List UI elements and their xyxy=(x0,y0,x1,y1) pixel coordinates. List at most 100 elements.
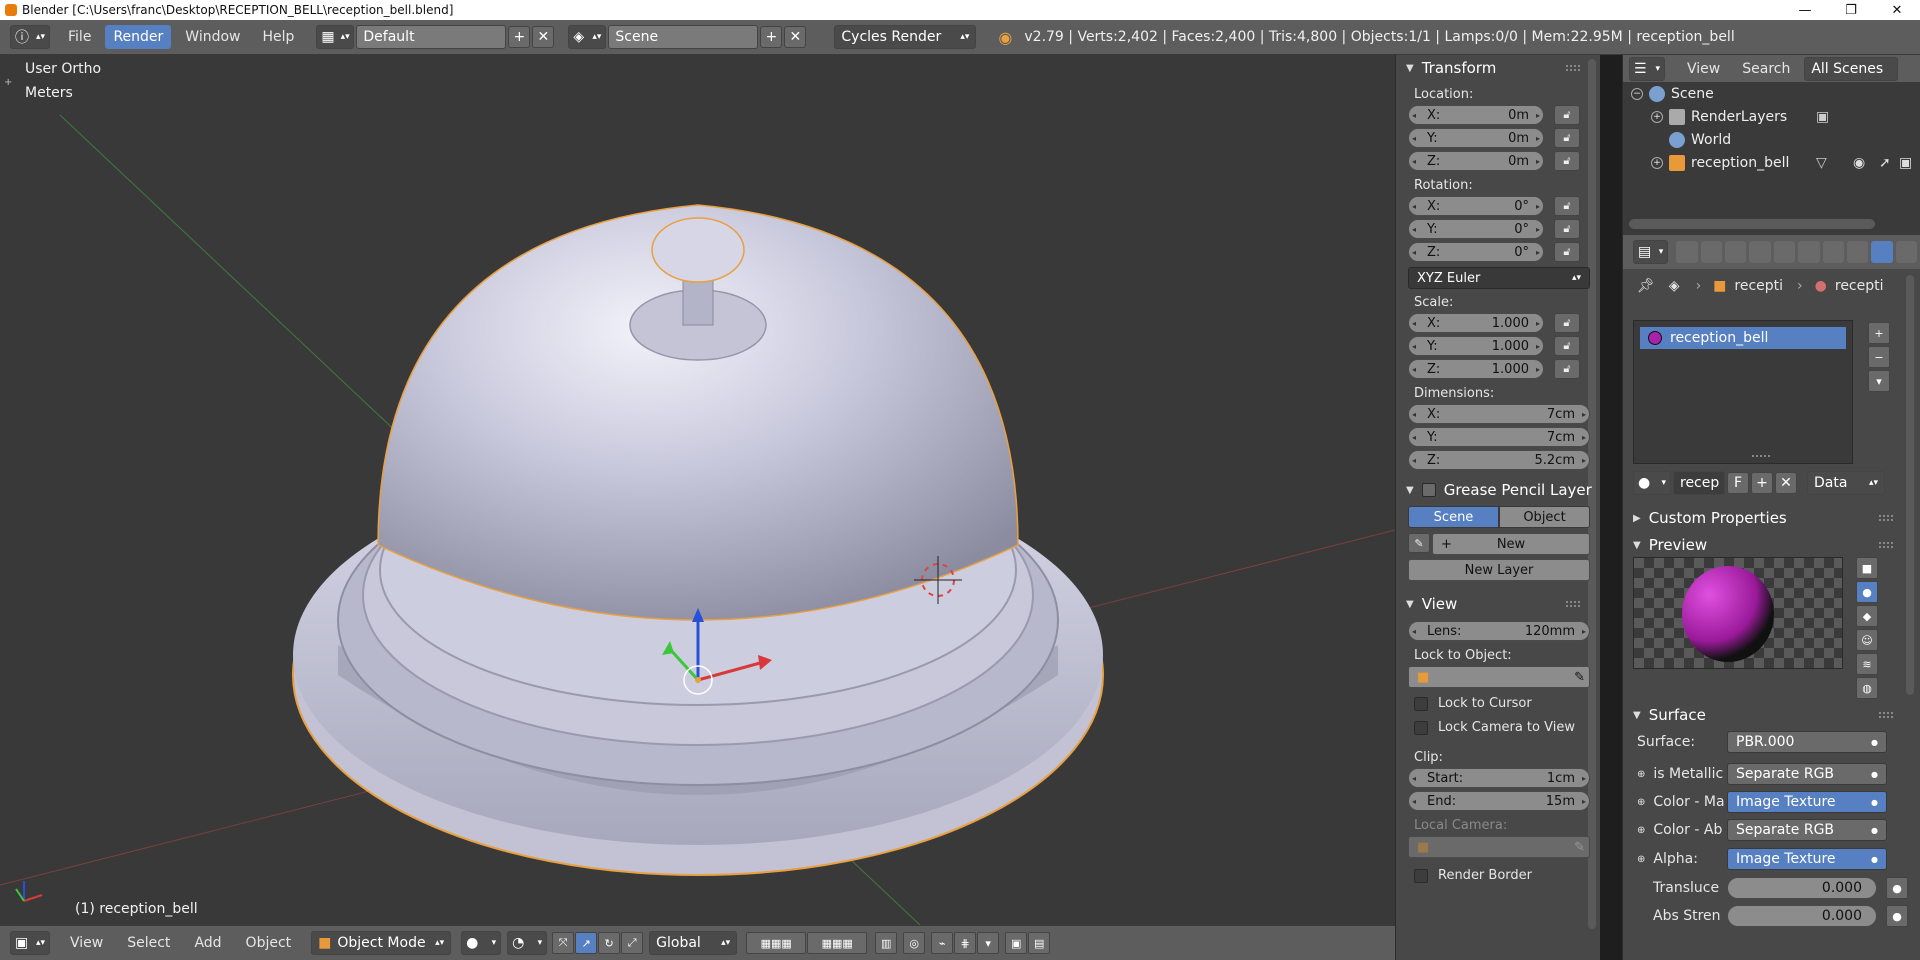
close-button[interactable]: ✕ xyxy=(1874,0,1920,20)
eyedropper-icon[interactable]: ✎ xyxy=(1574,840,1589,855)
rotate-manipulator-icon[interactable]: ↻ xyxy=(598,932,621,954)
panel-grip-icon[interactable] xyxy=(1879,712,1893,718)
surface-panel-header[interactable]: ▼ Surface xyxy=(1623,702,1913,728)
dimension-x-field[interactable]: ◂ X: 7cm ▸ xyxy=(1408,404,1590,424)
scene-icon-button[interactable]: ◈ ▴▾ xyxy=(568,25,607,49)
local-camera-field[interactable]: ■ ✎ xyxy=(1408,836,1590,858)
scale-z-field[interactable]: ◂ Z: 1.000 ▸ xyxy=(1408,359,1544,379)
grease-new-button[interactable]: + New xyxy=(1432,533,1590,555)
scene-tab-icon[interactable] xyxy=(1725,241,1747,263)
lock-location-z-icon[interactable]: 🔓︎ xyxy=(1554,151,1580,171)
grease-pencil-enable-checkbox[interactable] xyxy=(1421,483,1436,497)
color-ma-node-button[interactable]: Image Texture ● xyxy=(1727,791,1887,813)
object-tab-icon[interactable] xyxy=(1773,241,1796,263)
translate-manipulator-icon[interactable]: ↗ xyxy=(575,932,598,954)
lock-scale-x-icon[interactable]: 🔓︎ xyxy=(1554,313,1580,333)
snap-toggle-icon[interactable]: ⌁ xyxy=(931,932,954,954)
material-slot-list[interactable]: reception_bell xyxy=(1633,320,1853,464)
add-layout-button[interactable]: + xyxy=(508,26,531,48)
menu-window[interactable]: Window xyxy=(177,25,248,49)
outliner-menu-view[interactable]: View xyxy=(1679,57,1728,81)
screen-layout-icon-button[interactable]: ▦ ▴▾ xyxy=(316,25,355,49)
unlink-material-button[interactable]: ✕ xyxy=(1775,472,1797,494)
translucency-slider[interactable]: 0.000 xyxy=(1727,877,1877,899)
menu-file[interactable]: File xyxy=(60,25,99,49)
editor-type-menu[interactable]: ⓘ ▴▾ xyxy=(10,25,50,49)
world-tab-icon[interactable] xyxy=(1749,241,1771,263)
menu-object[interactable]: Object xyxy=(238,931,300,955)
texture-tab-icon[interactable] xyxy=(1895,241,1918,263)
abs-strength-slider[interactable]: 0.000 xyxy=(1727,905,1877,927)
lock-rotation-x-icon[interactable]: 🔓︎ xyxy=(1554,196,1580,216)
layers-grid-icon[interactable]: ▦▦▦ xyxy=(746,932,807,954)
menu-select[interactable]: Select xyxy=(119,931,178,955)
modifiers-tab-icon[interactable] xyxy=(1822,241,1844,263)
transform-panel-header[interactable]: ▼ Transform xyxy=(1396,55,1600,81)
clip-end-field[interactable]: ◂ End: 15m ▸ xyxy=(1408,791,1590,811)
surface-node-button[interactable]: PBR.000 ● xyxy=(1727,731,1887,753)
preview-cube-icon[interactable]: ◆ xyxy=(1856,605,1878,627)
snap-target-icon[interactable]: ▾ xyxy=(977,932,1000,954)
lens-field[interactable]: ◂ Lens: 120mm ▸ xyxy=(1408,621,1590,641)
add-scene-button[interactable]: + xyxy=(760,26,783,48)
material-slot-item[interactable]: reception_bell xyxy=(1640,327,1846,349)
menu-help[interactable]: Help xyxy=(254,25,302,49)
orientation-dropdown[interactable]: Global ▴▾ xyxy=(649,931,738,955)
mode-dropdown[interactable]: ■ Object Mode ▴▾ xyxy=(311,931,452,955)
lock-rotation-y-icon[interactable]: 🔓︎ xyxy=(1554,219,1580,239)
grease-scene-tab[interactable]: Scene xyxy=(1408,506,1499,528)
pivot-dropdown[interactable]: ◔ ▾ xyxy=(507,931,548,955)
render-tab-icon[interactable] xyxy=(1676,241,1698,263)
selectable-arrow-icon[interactable]: ➚ xyxy=(1879,155,1891,171)
lock-scale-y-icon[interactable]: 🔓︎ xyxy=(1554,336,1580,356)
lock-camera-checkbox[interactable]: Lock Camera to View xyxy=(1414,720,1575,735)
outliner-item-reception-bell[interactable]: + reception_bell ▽ ◉ ➚ ▣ xyxy=(1623,151,1920,174)
scale-x-field[interactable]: ◂ X: 1.000 ▸ xyxy=(1408,313,1544,333)
location-z-field[interactable]: ◂ Z: 0m ▸ xyxy=(1408,151,1544,171)
rotation-x-field[interactable]: ◂ X: 0° ▸ xyxy=(1408,196,1544,216)
outliner-filter-dropdown[interactable]: All Scenes xyxy=(1804,56,1899,81)
location-x-field[interactable]: ◂ X: 0m ▸ xyxy=(1408,105,1544,125)
remove-material-slot-button[interactable]: − xyxy=(1868,346,1890,368)
outliner-item-renderlayers[interactable]: + RenderLayers ▣ xyxy=(1623,105,1920,128)
snap-element-icon[interactable]: ⋕ xyxy=(954,932,977,954)
properties-editor-type-button[interactable]: ▤ ▾ xyxy=(1633,240,1669,264)
scene-field[interactable]: Scene xyxy=(608,25,759,49)
preview-sphere-icon[interactable]: ● xyxy=(1856,581,1878,603)
outliner-item-world[interactable]: World xyxy=(1623,128,1920,151)
menu-render[interactable]: Render xyxy=(105,25,172,49)
scale-manipulator-icon[interactable]: ⤢ xyxy=(621,932,644,954)
minimize-button[interactable]: — xyxy=(1782,0,1828,20)
preview-plane-icon[interactable]: ■ xyxy=(1856,557,1878,579)
rotation-mode-dropdown[interactable]: XYZ Euler ▴▾ xyxy=(1408,267,1590,289)
color-ab-node-button[interactable]: Separate RGB ● xyxy=(1727,819,1887,841)
layers-grid-2-icon[interactable]: ▦▦▦ xyxy=(807,932,868,954)
clip-start-field[interactable]: ◂ Start: 1cm ▸ xyxy=(1408,768,1590,788)
metallic-node-button[interactable]: Separate RGB ● xyxy=(1727,763,1887,785)
menu-view[interactable]: View xyxy=(62,931,111,955)
translucency-link-button[interactable]: ● xyxy=(1886,877,1908,899)
custom-properties-header[interactable]: ▶ Custom Properties xyxy=(1623,505,1913,531)
abs-strength-link-button[interactable]: ● xyxy=(1886,905,1908,927)
maximize-button[interactable]: ❐ xyxy=(1828,0,1874,20)
outliner-editor-type-button[interactable]: ☰ ▾ xyxy=(1629,56,1665,81)
outliner-item-scene[interactable]: − Scene xyxy=(1623,82,1920,105)
fake-user-button[interactable]: F xyxy=(1727,472,1749,494)
menu-add[interactable]: Add xyxy=(186,931,229,955)
rotation-y-field[interactable]: ◂ Y: 0° ▸ xyxy=(1408,219,1544,239)
add-material-slot-button[interactable]: + xyxy=(1868,322,1890,344)
lock-object-field[interactable]: ■ ✎ xyxy=(1408,666,1590,688)
grease-pencil-panel-header[interactable]: ▼ Grease Pencil Layer xyxy=(1396,477,1600,503)
data-tab-icon[interactable] xyxy=(1846,241,1869,263)
preview-hair-icon[interactable]: ≋ xyxy=(1856,653,1878,675)
lock-layers-icon[interactable]: ▥ xyxy=(875,932,898,954)
list-resize-grip[interactable] xyxy=(1752,455,1770,457)
screen-layout-field[interactable]: Default xyxy=(356,25,507,49)
material-link-dropdown[interactable]: Data ▴▾ xyxy=(1807,471,1885,495)
render-layer-toggle-icon[interactable]: ▣ xyxy=(1816,109,1829,125)
material-specials-button[interactable]: ▾ xyxy=(1868,370,1890,392)
remove-scene-button[interactable]: ✕ xyxy=(784,26,807,48)
panel-grip-icon[interactable] xyxy=(1879,542,1893,548)
render-border-checkbox[interactable]: Render Border xyxy=(1414,868,1532,883)
lock-location-x-icon[interactable]: 🔓︎ xyxy=(1554,105,1580,125)
